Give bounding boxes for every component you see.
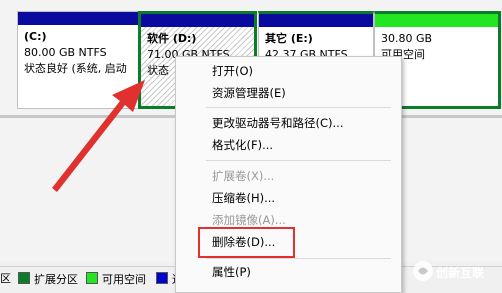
menu-separator bbox=[206, 160, 391, 161]
menu-item-properties[interactable]: 属性(P) bbox=[212, 264, 251, 280]
menu-separator bbox=[206, 107, 391, 108]
menu-separator bbox=[206, 258, 391, 259]
menu-item-extend-volume[interactable]: 扩展卷(X)... bbox=[212, 168, 274, 184]
menu-item-format[interactable]: 格式化(F)... bbox=[212, 137, 273, 153]
menu-item-open[interactable]: 打开(O) bbox=[212, 63, 253, 79]
menu-item-add-mirror[interactable]: 添加镜像(A)... bbox=[212, 212, 286, 228]
watermark-logo-icon bbox=[413, 261, 433, 281]
watermark: 创新互联 bbox=[410, 256, 502, 288]
delete-volume-highlight-box bbox=[198, 227, 295, 258]
menu-item-explorer[interactable]: 资源管理器(E) bbox=[212, 85, 286, 101]
watermark-text: 创新互联 bbox=[436, 266, 485, 280]
menu-item-change-drive-letter[interactable]: 更改驱动器号和路径(C)... bbox=[212, 115, 343, 131]
menu-item-shrink-volume[interactable]: 压缩卷(H)... bbox=[212, 190, 275, 206]
